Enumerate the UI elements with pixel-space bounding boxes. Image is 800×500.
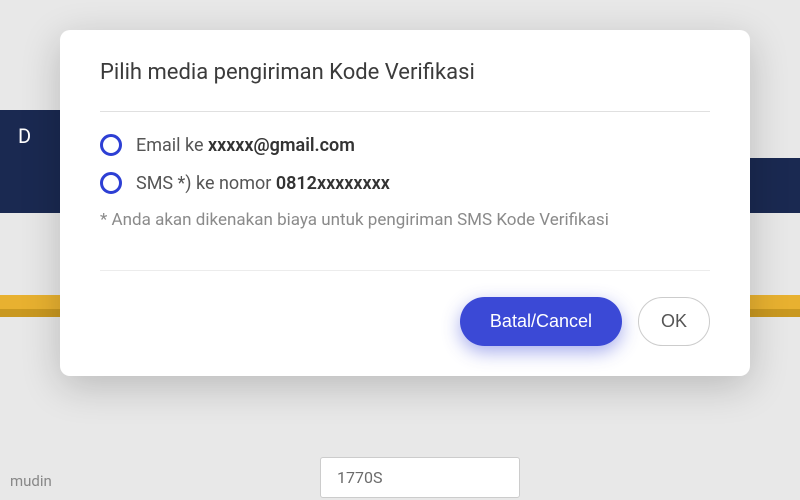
radio-icon — [100, 172, 122, 194]
modal-button-row: Batal/Cancel OK — [100, 297, 710, 346]
ok-button[interactable]: OK — [638, 297, 710, 346]
divider-top — [100, 111, 710, 112]
sms-fee-footnote: * Anda akan dikenakan biaya untuk pengir… — [100, 210, 710, 230]
modal-title: Pilih media pengiriman Kode Verifikasi — [100, 60, 710, 85]
divider-bottom — [100, 270, 710, 271]
option-email-value: xxxxx@gmail.com — [208, 135, 355, 156]
background-input-field[interactable]: 1770S — [320, 457, 520, 498]
option-email-prefix: Email ke — [136, 135, 208, 156]
verification-media-modal: Pilih media pengiriman Kode Verifikasi E… — [60, 30, 750, 376]
cancel-button[interactable]: Batal/Cancel — [460, 297, 622, 346]
option-sms-value: 0812xxxxxxxx — [276, 173, 390, 194]
radio-icon — [100, 134, 122, 156]
option-sms[interactable]: SMS *) ke nomor 0812xxxxxxxx — [100, 172, 710, 194]
option-sms-prefix: SMS *) ke nomor — [136, 173, 276, 194]
background-text-fragment: mudin — [10, 472, 52, 490]
option-email-label: Email ke xxxxx@gmail.com — [136, 135, 355, 156]
option-sms-label: SMS *) ke nomor 0812xxxxxxxx — [136, 173, 390, 194]
option-email[interactable]: Email ke xxxxx@gmail.com — [100, 134, 710, 156]
